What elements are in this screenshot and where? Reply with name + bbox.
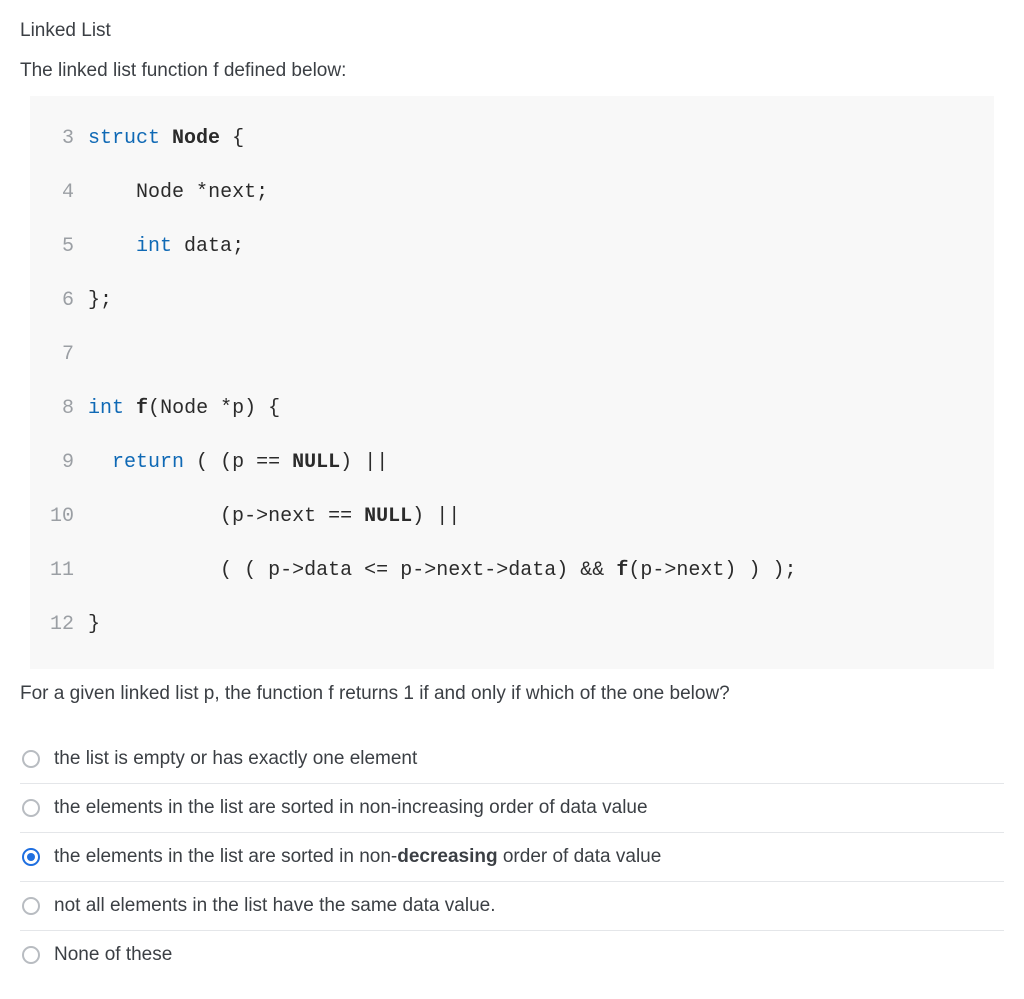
code-content: int data; [88,233,244,260]
answer-option[interactable]: not all elements in the list have the sa… [20,882,1004,931]
answer-option[interactable]: None of these [20,931,1004,979]
code-content: int f(Node *p) { [88,395,280,422]
line-number: 10 [30,503,88,530]
code-content: ( ( p->data <= p->next->data) && f(p->ne… [88,557,797,584]
line-number: 8 [30,395,88,422]
radio-button[interactable] [22,897,40,915]
answer-option-text: the list is empty or has exactly one ele… [54,748,417,770]
radio-button[interactable] [22,799,40,817]
answer-option[interactable]: the elements in the list are sorted in n… [20,833,1004,882]
line-number: 4 [30,179,88,206]
question-title: Linked List [20,20,1004,42]
code-content: } [88,611,100,638]
code-content: return ( (p == NULL) || [88,449,388,476]
line-number: 6 [30,287,88,314]
line-number: 9 [30,449,88,476]
question-followup: For a given linked list p, the function … [20,683,1004,705]
radio-button[interactable] [22,750,40,768]
answer-option-text: None of these [54,944,172,966]
line-number: 3 [30,125,88,152]
code-content: Node *next; [88,179,268,206]
answer-option[interactable]: the list is empty or has exactly one ele… [20,735,1004,784]
line-number: 12 [30,611,88,638]
question-prompt: The linked list function f defined below… [20,60,1004,82]
answer-option-text: the elements in the list are sorted in n… [54,846,661,868]
line-number: 11 [30,557,88,584]
line-number: 5 [30,233,88,260]
code-content: }; [88,287,112,314]
line-number: 7 [30,341,88,368]
radio-button[interactable] [22,848,40,866]
code-content: struct Node { [88,125,244,152]
code-block: 3struct Node { 4 Node *next; 5 int data;… [30,96,994,669]
answer-option[interactable]: the elements in the list are sorted in n… [20,784,1004,833]
answer-option-text: not all elements in the list have the sa… [54,895,495,917]
radio-button[interactable] [22,946,40,964]
answer-option-text: the elements in the list are sorted in n… [54,797,648,819]
code-content [88,341,100,368]
answer-options: the list is empty or has exactly one ele… [20,735,1004,979]
code-content: (p->next == NULL) || [88,503,460,530]
